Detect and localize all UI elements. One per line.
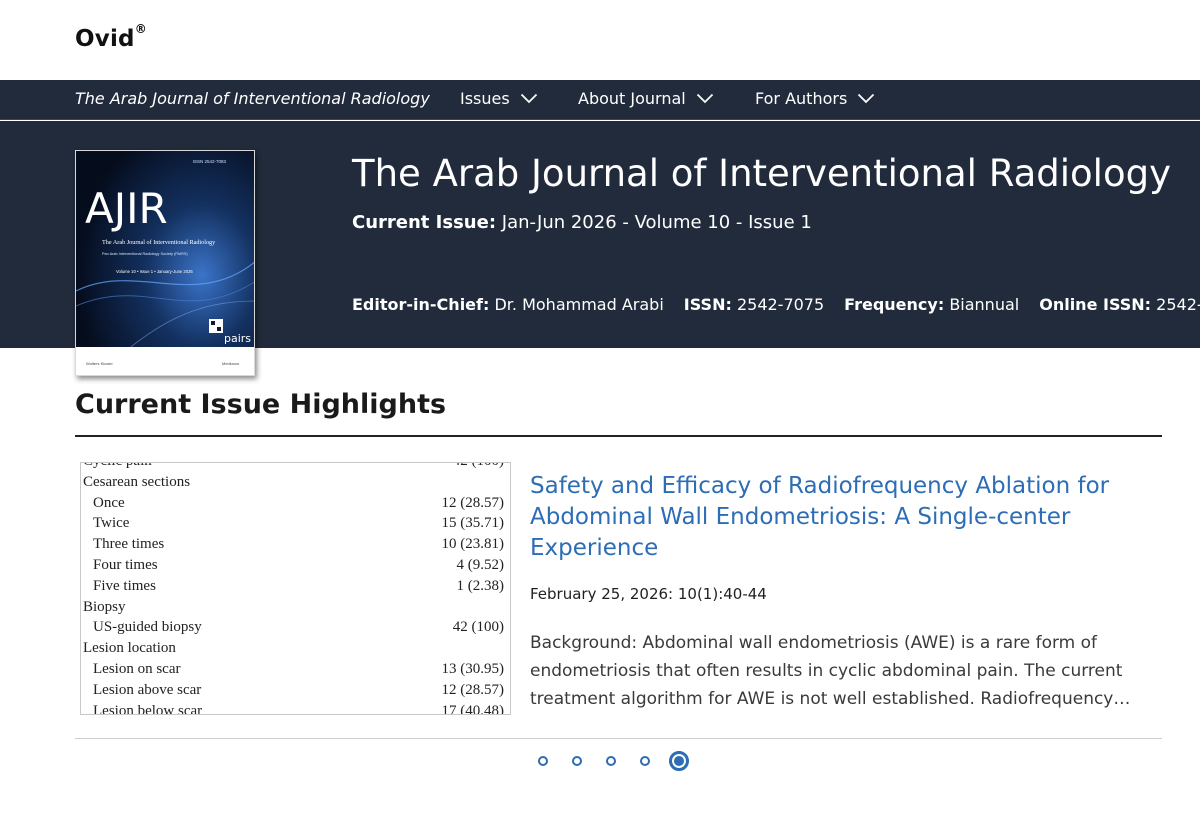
carousel-pagination bbox=[538, 748, 713, 774]
thumbnail-row-value: 15 (35.71) bbox=[441, 515, 505, 532]
thumbnail-row-label: US-guided biopsy bbox=[93, 619, 202, 636]
thumbnail-row-label: Lesion below scar bbox=[93, 702, 203, 715]
cover-journal-name: The Arab Journal of Interventional Radio… bbox=[102, 239, 216, 246]
article-title-link[interactable]: Safety and Efficacy of Radiofrequency Ab… bbox=[530, 471, 1150, 564]
frequency-value: Biannual bbox=[949, 295, 1020, 314]
nav-about-label: About Journal bbox=[578, 89, 686, 108]
cover-logo-text: AJIR bbox=[85, 184, 168, 233]
nav-for-authors-menu[interactable]: For Authors bbox=[755, 89, 875, 108]
issn-value: 2542-7075 bbox=[736, 295, 825, 314]
thumbnail-row-label: Twice bbox=[93, 515, 130, 532]
nav-issues-menu[interactable]: Issues bbox=[460, 89, 538, 108]
thumbnail-row-label: Cyclic pain bbox=[83, 463, 152, 470]
top-bar: Ovid® bbox=[0, 0, 1200, 80]
thumbnail-table-row: Biopsy bbox=[81, 598, 510, 620]
cover-society-text: Pan Arab Interventional Radiology Societ… bbox=[102, 252, 188, 256]
section-divider-bottom bbox=[75, 738, 1162, 739]
thumbnail-table-row: Three times 10 (23.81) bbox=[81, 536, 510, 557]
nav-authors-label: For Authors bbox=[755, 89, 848, 108]
thumbnail-row-value: 1 (2.38) bbox=[456, 577, 505, 594]
carousel-dot[interactable] bbox=[606, 756, 616, 766]
current-issue-label: Current Issue: bbox=[352, 212, 497, 233]
frequency: Frequency: Biannual bbox=[844, 295, 1019, 314]
thumbnail-table-row: Once 12 (28.57) bbox=[81, 494, 510, 516]
chevron-down-icon bbox=[858, 93, 875, 104]
thumbnail-row-value: 10 (23.81) bbox=[441, 536, 505, 553]
thumbnail-row-value: 4 (9.52) bbox=[456, 557, 505, 573]
thumbnail-row-value: 13 (30.95) bbox=[441, 661, 505, 677]
article-date: February 25, 2026: 10(1):40-44 bbox=[530, 585, 767, 603]
thumbnail-table-row: US-guided biopsy 42 (100) bbox=[81, 619, 510, 640]
thumbnail-table-row: Cyclic pain 42 (100) bbox=[81, 463, 510, 474]
cover-issn-text: ISSN 2542-7083 bbox=[193, 159, 227, 164]
thumbnail-row-label: Four times bbox=[93, 557, 158, 573]
cover-publisher: Wolters Kluwer bbox=[86, 361, 113, 366]
cover-artwork: ISSN 2542-7083 AJIR The Arab Journal of … bbox=[76, 151, 254, 375]
nav-journal-title[interactable]: The Arab Journal of Interventional Radio… bbox=[75, 89, 430, 108]
thumbnail-table-row: Lesion below scar 17 (40.48) bbox=[81, 702, 510, 715]
online-issn: Online ISSN: 2542-7083 bbox=[1039, 295, 1200, 314]
cover-pairs-logo: pairs bbox=[224, 332, 251, 345]
cover-issue-line: Volume 10 • Issue 1 • January-June 2026 bbox=[116, 269, 193, 274]
thumbnail-row-label: Lesion location bbox=[83, 640, 176, 657]
nav-about-journal-menu[interactable]: About Journal bbox=[578, 89, 714, 108]
online-issn-label: Online ISSN: bbox=[1039, 295, 1152, 314]
journal-cover-image[interactable]: ISSN 2542-7083 AJIR The Arab Journal of … bbox=[75, 150, 255, 376]
thumbnail-row-label: Lesion above scar bbox=[93, 681, 202, 698]
current-issue-value: Jan-Jun 2026 - Volume 10 - Issue 1 bbox=[501, 212, 812, 233]
frequency-label: Frequency: bbox=[844, 295, 945, 314]
current-issue-line[interactable]: Current Issue: Jan-Jun 2026 - Volume 10 … bbox=[352, 212, 812, 233]
issn: ISSN: 2542-7075 bbox=[684, 295, 824, 314]
article-abstract: Background: Abdominal wall endometriosis… bbox=[530, 633, 1131, 709]
journal-nav: The Arab Journal of Interventional Radio… bbox=[0, 80, 1200, 120]
journal-title: The Arab Journal of Interventional Radio… bbox=[352, 152, 1171, 195]
nav-issues-label: Issues bbox=[460, 89, 510, 108]
thumbnail-row-label: Lesion on scar bbox=[93, 661, 181, 677]
thumbnail-row-value: 17 (40.48) bbox=[441, 702, 505, 715]
thumbnail-table-row: Four times 4 (9.52) bbox=[81, 557, 510, 578]
chevron-down-icon bbox=[520, 93, 537, 104]
article-thumbnail-table[interactable]: Cyclic pain 42 (100) Cesarean sections Once… bbox=[80, 462, 511, 715]
online-issn-value: 2542-7083 bbox=[1156, 295, 1200, 314]
thumbnail-row-label: Five times bbox=[93, 577, 156, 594]
thumbnail-row-value: 42 (100) bbox=[452, 619, 504, 636]
thumbnail-row-value: 42 (100) bbox=[453, 463, 504, 470]
thumbnail-row-label: Biopsy bbox=[83, 598, 126, 615]
ovid-logo[interactable]: Ovid® bbox=[75, 22, 147, 52]
thumbnail-table-row: Lesion above scar 12 (28.57) bbox=[81, 681, 510, 703]
editor-in-chief: Editor-in-Chief: Dr. Mohammad Arabi bbox=[352, 295, 664, 314]
thumbnail-table-row: Five times 1 (2.38) bbox=[81, 577, 510, 599]
editor-label: Editor-in-Chief: bbox=[352, 295, 490, 314]
cover-imprint: Medknow bbox=[222, 361, 239, 366]
carousel-dot[interactable] bbox=[572, 756, 582, 766]
carousel-dot[interactable] bbox=[640, 756, 650, 766]
brand-registered-mark: ® bbox=[134, 22, 147, 37]
thumbnail-row-value: 12 (28.57) bbox=[441, 494, 505, 511]
thumbnail-table-row: Cesarean sections bbox=[81, 473, 510, 495]
editor-value: Dr. Mohammad Arabi bbox=[494, 295, 664, 314]
carousel-dot[interactable] bbox=[538, 756, 548, 766]
thumbnail-table-row: Twice 15 (35.71) bbox=[81, 515, 510, 536]
carousel-dot-active[interactable] bbox=[669, 751, 689, 771]
thumbnail-row-value: 12 (28.57) bbox=[441, 681, 505, 698]
journal-meta: Editor-in-Chief: Dr. Mohammad Arabi ISSN… bbox=[352, 295, 1200, 314]
thumbnail-row-label: Three times bbox=[93, 536, 165, 553]
thumbnail-table-row: Lesion on scar 13 (30.95) bbox=[81, 661, 510, 682]
thumbnail-row-label: Cesarean sections bbox=[83, 473, 191, 490]
section-title-highlights: Current Issue Highlights bbox=[75, 389, 447, 420]
thumbnail-row-label: Once bbox=[93, 494, 125, 511]
chevron-down-icon bbox=[696, 93, 713, 104]
issn-label: ISSN: bbox=[683, 295, 732, 314]
section-divider bbox=[75, 435, 1162, 437]
thumbnail-table-row: Lesion location bbox=[81, 640, 510, 661]
brand-name: Ovid bbox=[75, 26, 135, 52]
